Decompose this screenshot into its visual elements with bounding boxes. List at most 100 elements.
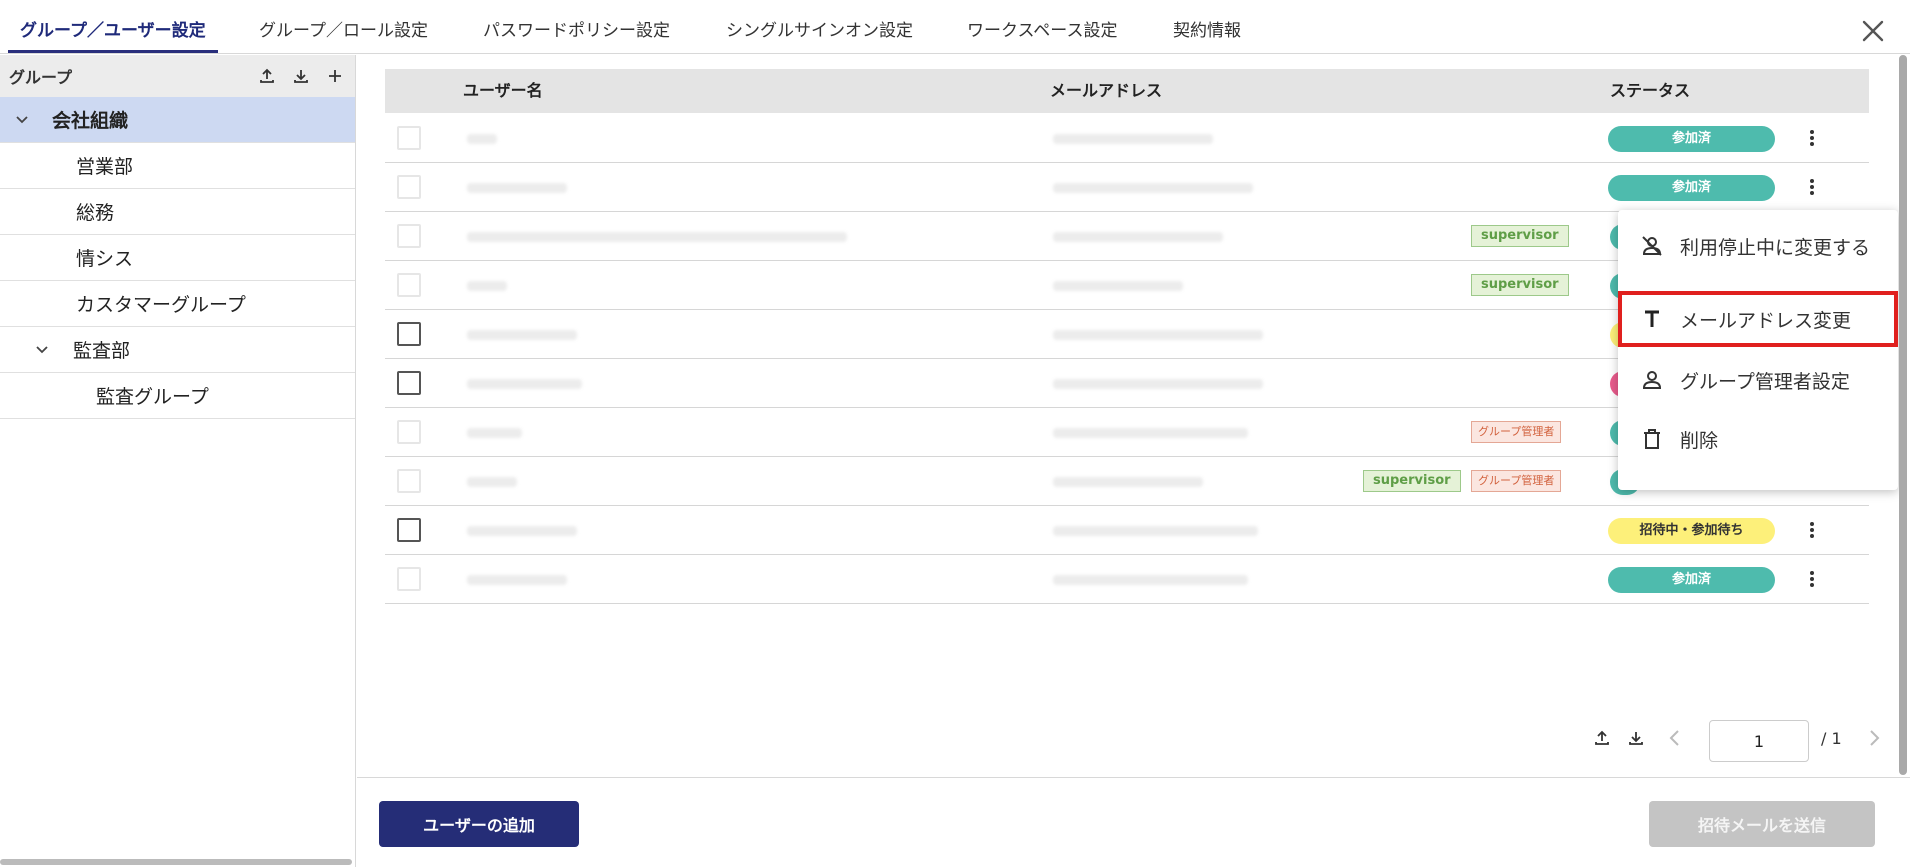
row-checkbox[interactable] xyxy=(397,126,421,150)
tab-group-user-settings[interactable]: グループ／ユーザー設定 xyxy=(8,0,218,54)
add-user-button[interactable]: ユーザーの追加 xyxy=(379,801,579,847)
redacted-username xyxy=(467,232,847,242)
tree-item-company-org[interactable]: 会社組織 xyxy=(0,97,355,143)
group-admin-tag: グループ管理者 xyxy=(1471,421,1562,443)
menu-item-label: メールアドレス変更 xyxy=(1680,309,1852,332)
status-badge: 参加済 xyxy=(1608,175,1775,201)
row-checkbox[interactable] xyxy=(397,224,421,248)
more-vert-icon[interactable] xyxy=(1800,518,1824,542)
group-admin-tag: グループ管理者 xyxy=(1471,470,1562,492)
redacted-email xyxy=(1053,232,1223,242)
send-invite-button: 招待メールを送信 xyxy=(1649,801,1875,847)
tree-item-it[interactable]: 情シス xyxy=(0,235,355,281)
table-row[interactable]: 参加済 xyxy=(385,114,1869,163)
tree-item-audit-group[interactable]: 監査グループ xyxy=(0,373,355,419)
person-icon xyxy=(1640,368,1664,392)
row-checkbox[interactable] xyxy=(397,469,421,493)
redacted-email xyxy=(1053,428,1248,438)
menu-item-label: グループ管理者設定 xyxy=(1680,370,1850,393)
column-header-email: メールアドレス xyxy=(1050,81,1163,100)
group-sidebar: グループ 会社組織 営業部 総務 情シス カスタマーグループ 監査部 監査グルー… xyxy=(0,55,356,867)
group-panel-header: グループ xyxy=(0,55,355,97)
table-row[interactable]: 招待中・参加待ち xyxy=(385,506,1869,555)
table-header: ユーザー名 メールアドレス ステータス xyxy=(385,69,1869,113)
download-icon[interactable] xyxy=(291,66,311,86)
tree-item-label: 営業部 xyxy=(76,156,134,178)
menu-item-suspend[interactable]: 利用停止中に変更する xyxy=(1618,218,1898,274)
row-context-menu: 利用停止中に変更する メールアドレス変更 グループ管理者設定 削除 xyxy=(1618,210,1898,490)
status-badge: 参加済 xyxy=(1608,567,1775,593)
tree-item-label: 総務 xyxy=(76,202,115,224)
tab-password-policy[interactable]: パスワードポリシー設定 xyxy=(483,0,670,54)
status-badge: 参加済 xyxy=(1608,126,1775,152)
redacted-email xyxy=(1053,330,1263,340)
trash-icon xyxy=(1640,427,1664,451)
tab-group-role-settings[interactable]: グループ／ロール設定 xyxy=(259,0,428,54)
vertical-scrollbar[interactable] xyxy=(1899,55,1907,775)
upload-icon[interactable] xyxy=(257,66,277,86)
redacted-email xyxy=(1053,281,1183,291)
footer-bar: ユーザーの追加 招待メールを送信 xyxy=(357,777,1910,867)
redacted-email xyxy=(1053,379,1263,389)
text-icon xyxy=(1640,307,1664,331)
tree-item-label: カスタマーグループ xyxy=(76,294,246,316)
chevron-left-icon[interactable] xyxy=(1664,727,1686,749)
row-checkbox[interactable] xyxy=(397,420,421,444)
column-header-status: ステータス xyxy=(1610,81,1691,100)
redacted-username xyxy=(467,183,567,193)
redacted-username xyxy=(467,526,577,536)
chevron-down-icon[interactable] xyxy=(34,342,50,358)
person-off-icon xyxy=(1640,234,1664,258)
plus-icon[interactable] xyxy=(325,66,345,86)
redacted-username xyxy=(467,428,522,438)
tree-item-general-affairs[interactable]: 総務 xyxy=(0,189,355,235)
upload-icon[interactable] xyxy=(1591,727,1613,749)
menu-item-label: 利用停止中に変更する xyxy=(1680,236,1871,259)
page-total: / 1 xyxy=(1821,729,1842,748)
redacted-email xyxy=(1053,477,1203,487)
chevron-down-icon[interactable] xyxy=(14,112,30,128)
tab-workspace-settings[interactable]: ワークスペース設定 xyxy=(967,0,1117,54)
redacted-username xyxy=(467,575,567,585)
redacted-email xyxy=(1053,183,1253,193)
page-number-input[interactable] xyxy=(1709,720,1809,762)
redacted-username xyxy=(467,477,517,487)
more-vert-icon[interactable] xyxy=(1800,126,1824,150)
menu-item-change-email[interactable]: メールアドレス変更 xyxy=(1618,291,1898,347)
horizontal-scrollbar[interactable] xyxy=(0,859,352,865)
tree-item-label: 監査部 xyxy=(73,340,131,362)
menu-item-label: 削除 xyxy=(1680,429,1719,452)
redacted-email xyxy=(1053,575,1248,585)
tab-contract-info[interactable]: 契約情報 xyxy=(1173,0,1241,54)
row-checkbox[interactable] xyxy=(397,322,421,346)
table-row[interactable]: 参加済 xyxy=(385,555,1869,604)
table-row[interactable]: 参加済 xyxy=(385,163,1869,212)
row-checkbox[interactable] xyxy=(397,175,421,199)
download-icon[interactable] xyxy=(1625,727,1647,749)
tree-item-customer-group[interactable]: カスタマーグループ xyxy=(0,281,355,327)
row-checkbox[interactable] xyxy=(397,567,421,591)
redacted-username xyxy=(467,330,577,340)
row-checkbox[interactable] xyxy=(397,371,421,395)
row-checkbox[interactable] xyxy=(397,518,421,542)
row-checkbox[interactable] xyxy=(397,273,421,297)
redacted-username xyxy=(467,134,497,144)
menu-item-delete[interactable]: 削除 xyxy=(1618,411,1898,467)
group-panel-title: グループ xyxy=(9,68,73,87)
redacted-email xyxy=(1053,134,1213,144)
tree-item-label: 会社組織 xyxy=(52,110,129,132)
supervisor-tag: supervisor xyxy=(1363,470,1461,492)
settings-tab-bar: グループ／ユーザー設定 グループ／ロール設定 パスワードポリシー設定 シングルサ… xyxy=(0,0,1910,54)
supervisor-tag: supervisor xyxy=(1471,274,1569,296)
tree-item-label: 情シス xyxy=(76,248,134,270)
tab-single-sign-on[interactable]: シングルサインオン設定 xyxy=(726,0,913,54)
more-vert-icon[interactable] xyxy=(1800,175,1824,199)
chevron-right-icon[interactable] xyxy=(1863,727,1885,749)
tree-item-sales[interactable]: 営業部 xyxy=(0,143,355,189)
more-vert-icon[interactable] xyxy=(1800,567,1824,591)
menu-item-group-admin[interactable]: グループ管理者設定 xyxy=(1618,352,1898,408)
close-icon[interactable] xyxy=(1856,14,1890,48)
tree-item-audit[interactable]: 監査部 xyxy=(0,327,355,373)
redacted-username xyxy=(467,379,582,389)
status-badge: 招待中・参加待ち xyxy=(1608,518,1775,544)
